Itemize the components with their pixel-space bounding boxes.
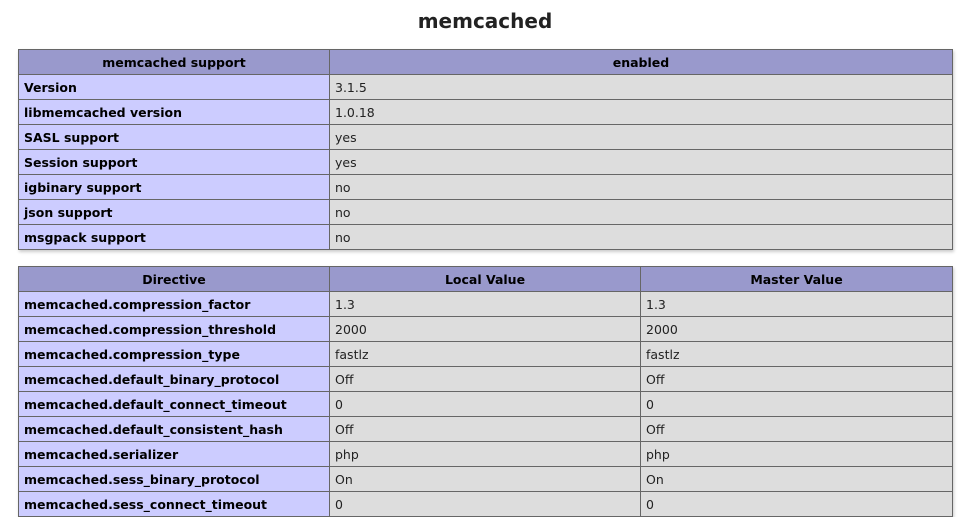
- table-row: igbinary support no: [18, 174, 953, 200]
- directive-name: memcached.default_binary_protocol: [18, 366, 330, 392]
- setting-name: msgpack support: [18, 224, 330, 250]
- table-row: Session support yes: [18, 149, 953, 175]
- local-value: On: [329, 466, 641, 492]
- table-row: msgpack support no: [18, 224, 953, 250]
- master-value: 2000: [640, 316, 953, 342]
- column-header: enabled: [329, 49, 953, 75]
- setting-value: no: [329, 199, 953, 225]
- memcached-support-table: memcached support enabled Version 3.1.5 …: [18, 49, 953, 250]
- local-value: fastlz: [329, 341, 641, 367]
- table-row: memcached.sess_binary_protocol On On: [18, 466, 953, 492]
- local-value: 1.3: [329, 291, 641, 317]
- master-value: Off: [640, 366, 953, 392]
- master-value: 0: [640, 391, 953, 417]
- module-title: memcached: [417, 9, 553, 33]
- master-value: php: [640, 441, 953, 467]
- setting-name: igbinary support: [18, 174, 330, 200]
- table-row: memcached.sess_connect_timeout 0 0: [18, 491, 953, 517]
- master-value: 1.3: [640, 291, 953, 317]
- directive-name: memcached.compression_type: [18, 341, 330, 367]
- directive-name: memcached.serializer: [18, 441, 330, 467]
- table-row: Version 3.1.5: [18, 74, 953, 100]
- directive-table: Directive Local Value Master Value memca…: [18, 266, 953, 517]
- directive-name: memcached.default_connect_timeout: [18, 391, 330, 417]
- setting-value: 3.1.5: [329, 74, 953, 100]
- setting-value: no: [329, 224, 953, 250]
- local-value: 2000: [329, 316, 641, 342]
- directive-name: memcached.sess_binary_protocol: [18, 466, 330, 492]
- setting-name: Session support: [18, 149, 330, 175]
- master-value: Off: [640, 416, 953, 442]
- master-value: On: [640, 466, 953, 492]
- setting-name: Version: [18, 74, 330, 100]
- table-row: SASL support yes: [18, 124, 953, 150]
- table-header-row: memcached support enabled: [18, 49, 953, 75]
- table-row: json support no: [18, 199, 953, 225]
- master-value: fastlz: [640, 341, 953, 367]
- setting-name: SASL support: [18, 124, 330, 150]
- table-row: memcached.default_connect_timeout 0 0: [18, 391, 953, 417]
- directive-name: memcached.compression_threshold: [18, 316, 330, 342]
- local-value: Off: [329, 366, 641, 392]
- local-value: Off: [329, 416, 641, 442]
- setting-value: no: [329, 174, 953, 200]
- directive-name: memcached.compression_factor: [18, 291, 330, 317]
- column-header: Master Value: [640, 266, 953, 292]
- setting-value: yes: [329, 124, 953, 150]
- column-header: Local Value: [329, 266, 641, 292]
- local-value: php: [329, 441, 641, 467]
- table-row: memcached.serializer php php: [18, 441, 953, 467]
- master-value: 0: [640, 491, 953, 517]
- directive-name: memcached.default_consistent_hash: [18, 416, 330, 442]
- directive-name: memcached.sess_connect_timeout: [18, 491, 330, 517]
- table-row: memcached.compression_type fastlz fastlz: [18, 341, 953, 367]
- table-header-row: Directive Local Value Master Value: [18, 266, 953, 292]
- table-row: memcached.compression_threshold 2000 200…: [18, 316, 953, 342]
- table-row: libmemcached version 1.0.18: [18, 99, 953, 125]
- setting-value: 1.0.18: [329, 99, 953, 125]
- local-value: 0: [329, 491, 641, 517]
- table-row: memcached.default_consistent_hash Off Of…: [18, 416, 953, 442]
- column-header: Directive: [18, 266, 330, 292]
- column-header: memcached support: [18, 49, 330, 75]
- setting-value: yes: [329, 149, 953, 175]
- setting-name: libmemcached version: [18, 99, 330, 125]
- table-row: memcached.compression_factor 1.3 1.3: [18, 291, 953, 317]
- setting-name: json support: [18, 199, 330, 225]
- table-row: memcached.default_binary_protocol Off Of…: [18, 366, 953, 392]
- local-value: 0: [329, 391, 641, 417]
